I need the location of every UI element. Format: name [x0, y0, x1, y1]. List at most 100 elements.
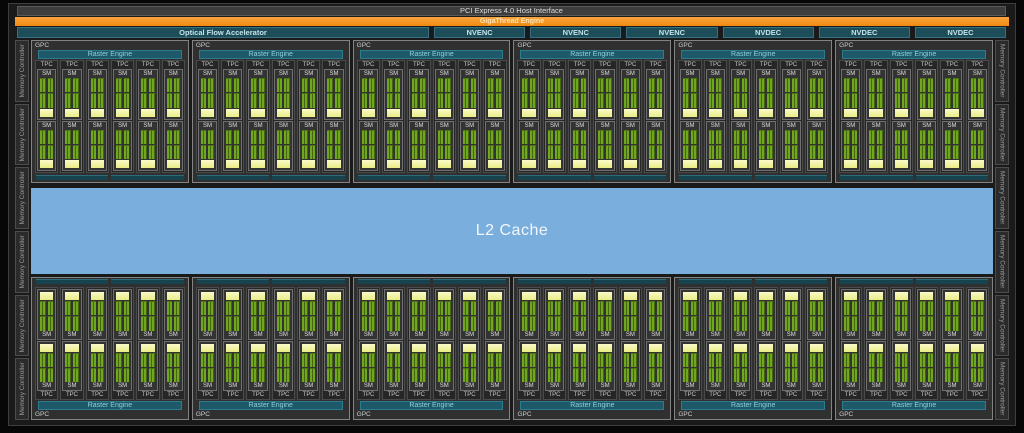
core-grid-cell: [580, 301, 587, 316]
core-grid-cell: [792, 144, 798, 159]
sm-core-row: [200, 316, 215, 331]
sm-rows: [647, 290, 664, 331]
sm-block: SM: [595, 289, 615, 340]
core-grid-cell: [72, 129, 79, 144]
tpc-label: TPC: [463, 392, 476, 398]
core-grid-cell: [869, 78, 876, 93]
sm-rows: [943, 290, 960, 331]
sm-label: SM: [92, 71, 102, 77]
sm-register-bar: [844, 108, 858, 117]
core-grid-cell: [573, 352, 579, 367]
sm-block: SM: [409, 69, 429, 120]
sm-core-row: [649, 352, 663, 367]
sm-core-row: [869, 367, 883, 382]
core-grid-cell: [141, 129, 147, 144]
sm-core-row: [251, 301, 265, 316]
core-grid-cell: [90, 93, 97, 108]
sm-register-bar: [90, 292, 104, 300]
nvdec-block: NVDEC: [818, 27, 910, 38]
core-grid-cell: [437, 316, 444, 331]
core-grid-cell: [174, 316, 180, 331]
sm-register-bar: [40, 160, 54, 168]
core-grid-cell: [920, 93, 926, 108]
core-grid-cell: [902, 93, 909, 108]
tpc-label: TPC: [709, 62, 722, 68]
raster-engine-bar: Raster Engine: [842, 50, 986, 59]
memory-controller-label: Memory Controller: [998, 171, 1006, 225]
sm-block: SM: [620, 289, 641, 340]
core-grid-cell: [902, 144, 909, 159]
sm-label: SM: [414, 71, 424, 77]
core-grid-cell: [309, 367, 316, 382]
sm-register-bar: [623, 160, 638, 168]
sm-core-row: [166, 367, 180, 382]
gpc-label: GPC: [195, 411, 210, 418]
sm-register-bar: [40, 292, 54, 300]
sm-core-row: [412, 367, 426, 382]
sm-rows: [63, 342, 80, 382]
core-grid-cell: [233, 367, 240, 382]
core-grid-cell: [141, 316, 147, 331]
gpc-interface-bar: [196, 175, 270, 180]
tpc-block: SM SM TPC: [517, 287, 541, 400]
sm-register-bar: [920, 343, 934, 352]
sm-core-row: [40, 93, 54, 108]
core-grid-cell: [369, 367, 375, 382]
core-grid-cell: [970, 301, 977, 316]
sm-register-bar: [115, 292, 130, 300]
sm-label: SM: [812, 331, 822, 338]
sm-core-row: [970, 367, 985, 382]
sm-core-row: [276, 144, 291, 159]
core-grid-cell: [470, 301, 477, 316]
core-grid-cell: [716, 301, 722, 316]
core-grid-cell: [894, 129, 901, 144]
core-grid-cell: [683, 301, 689, 316]
sm-rows: [165, 78, 182, 119]
sm-rows: [486, 342, 503, 382]
sm-core-row: [40, 129, 54, 144]
sm-core-row: [412, 301, 426, 316]
sm-label: SM: [575, 331, 585, 338]
gpc-interface-bar: [840, 279, 913, 284]
sm-label: SM: [363, 71, 373, 77]
sm-core-row: [488, 78, 502, 93]
sm-core-row: [869, 93, 883, 108]
sm-core-row: [166, 144, 180, 159]
sm-register-bar: [437, 343, 451, 352]
core-grid-cell: [580, 93, 587, 108]
core-grid-cell: [259, 367, 265, 382]
core-grid-cell: [251, 316, 258, 331]
sm-label: SM: [414, 122, 424, 129]
core-grid-cell: [386, 129, 393, 144]
tpc-block: SM SM TPC: [407, 287, 431, 400]
sm-core-row: [784, 352, 798, 367]
core-grid-cell: [809, 301, 816, 316]
sm-register-bar: [869, 343, 883, 352]
sm-core-row: [90, 78, 104, 93]
core-grid-cell: [759, 78, 765, 93]
tpc-block: SM SM TPC: [915, 287, 939, 400]
core-grid-cell: [437, 144, 444, 159]
core-grid-cell: [927, 316, 934, 331]
sm-block: SM: [519, 69, 539, 120]
core-grid-cell: [927, 78, 934, 93]
tpc-row: TPC SM SM TPC SM SM TPC SM SM TPC SM SM TPC SM SM TPC SM…: [195, 59, 347, 174]
core-grid-cell: [809, 144, 816, 159]
sm-core-row: [412, 93, 426, 108]
sm-label: SM: [625, 383, 635, 389]
core-grid-cell: [784, 144, 791, 159]
sm-rows: [224, 129, 241, 171]
core-grid-cell: [690, 93, 697, 108]
tpc-label: TPC: [387, 392, 400, 398]
core-grid-cell: [259, 93, 265, 108]
sm-label: SM: [143, 122, 153, 129]
sm-core-row: [65, 301, 79, 316]
sm-label: SM: [439, 383, 449, 389]
core-grid-cell: [522, 301, 529, 316]
sm-register-bar: [683, 292, 697, 300]
core-grid-cell: [631, 367, 638, 382]
core-grid-cell: [978, 93, 985, 108]
sm-core-row: [302, 301, 316, 316]
sm-block: SM: [756, 120, 776, 171]
sm-block: SM: [358, 289, 378, 340]
